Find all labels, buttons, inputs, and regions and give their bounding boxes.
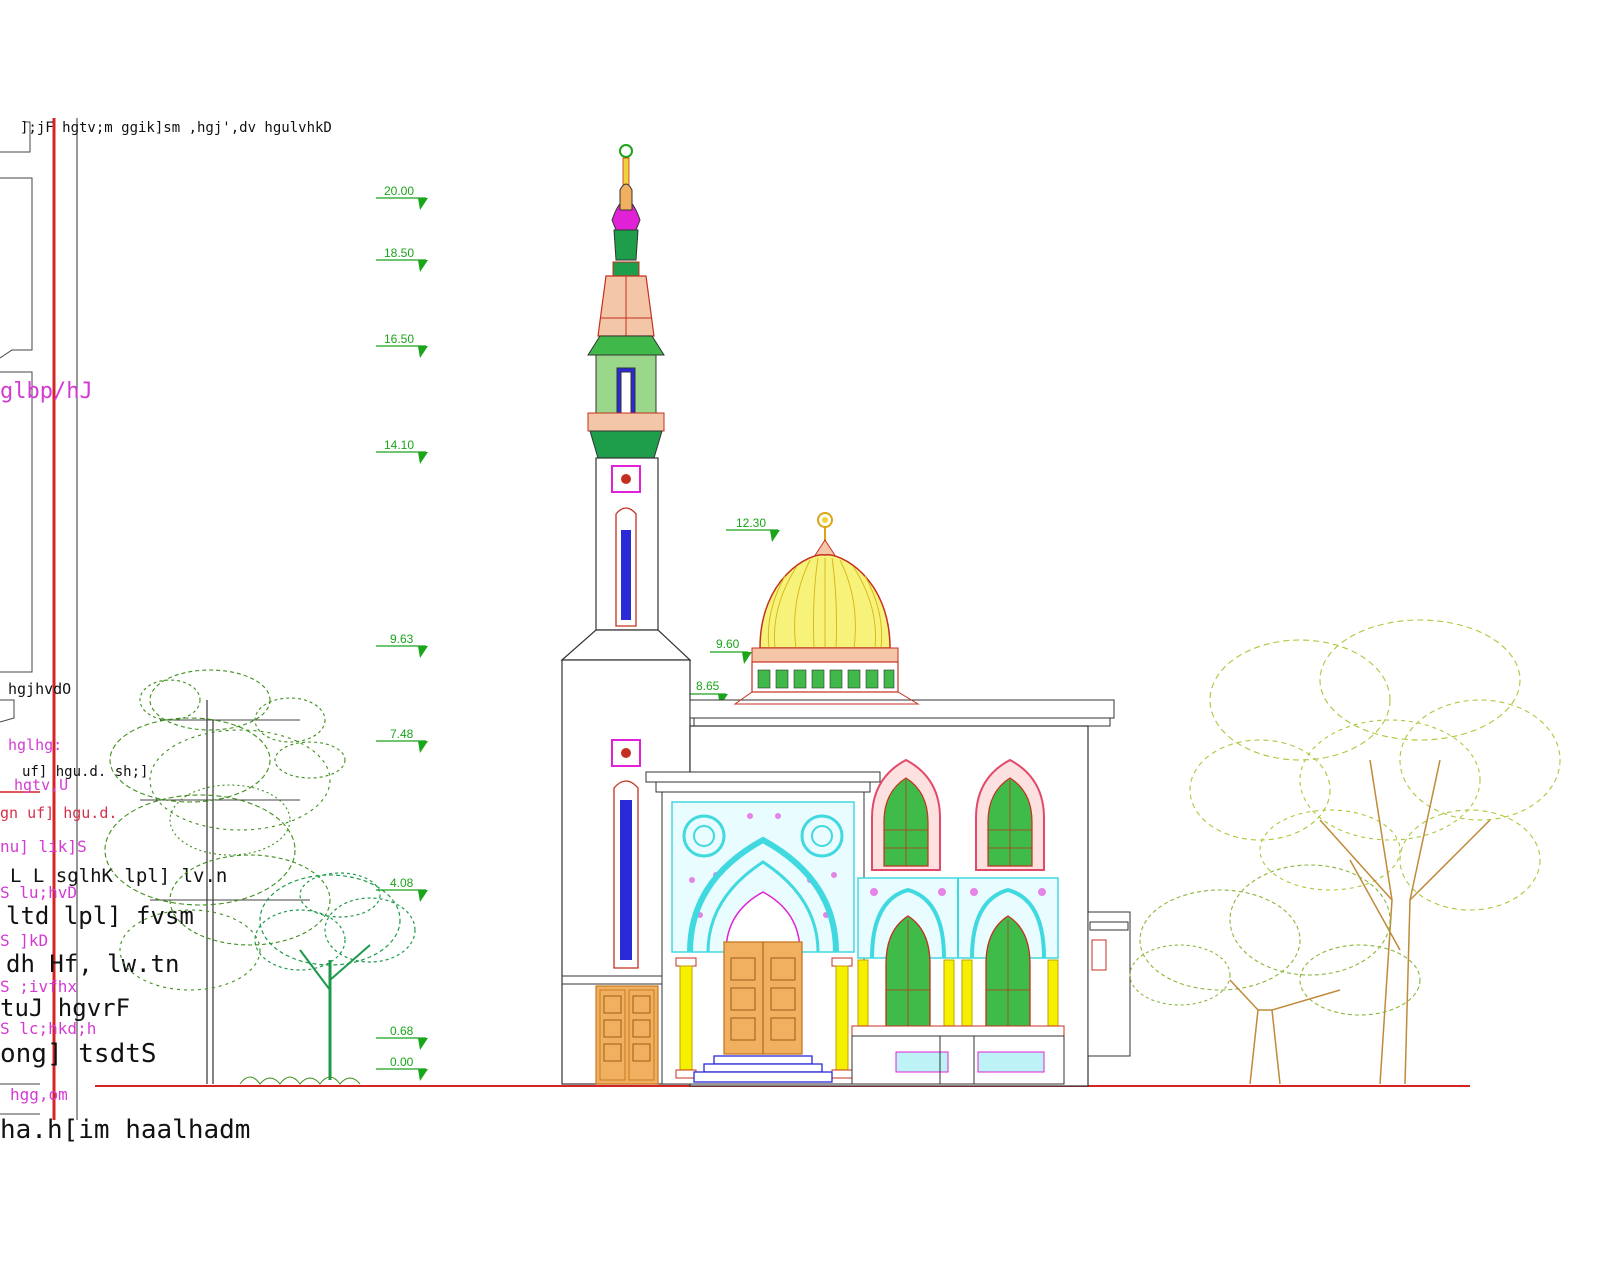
label-hgtv: hgtv,U bbox=[14, 776, 68, 794]
level-marker: 18.50 bbox=[376, 246, 428, 272]
footer-title-text: ha.h[im haalhadm bbox=[0, 1115, 250, 1145]
main-portal bbox=[645, 771, 881, 1085]
label-ugn: gn uf] hgu.d. bbox=[0, 804, 117, 822]
level-marker: 4.08 bbox=[376, 876, 428, 902]
level-label: 8.65 bbox=[696, 679, 720, 693]
level-marker: 0.68 bbox=[376, 1024, 428, 1050]
level-marker: 14.10 bbox=[376, 438, 428, 464]
right-small-tree bbox=[1129, 864, 1421, 1085]
level-marker: 16.50 bbox=[376, 332, 428, 358]
side-label-text: glbp/hJ bbox=[0, 379, 93, 404]
label-luhvd: S lu;hvD bbox=[0, 883, 77, 902]
label-hggom: hgg,om bbox=[10, 1085, 68, 1104]
level-marker: 7.48 bbox=[376, 727, 428, 753]
level-label: 16.50 bbox=[384, 332, 414, 346]
level-marker: 20.00 bbox=[376, 184, 428, 210]
level-label: 0.00 bbox=[390, 1055, 414, 1069]
level-label: 7.48 bbox=[390, 727, 414, 741]
label-lchkd: S lc;hkd;h bbox=[0, 1019, 96, 1038]
level-marker: 9.63 bbox=[376, 632, 428, 658]
level-label: 9.63 bbox=[390, 632, 414, 646]
label-lik: nu] lik]S bbox=[0, 837, 87, 856]
level-label: 9.60 bbox=[716, 637, 740, 651]
header-line-text: ];jF hgtv;m ggik]sm ,hgj',dv hgulvhkD bbox=[20, 120, 332, 136]
level-label: 20.00 bbox=[384, 184, 414, 198]
right-large-tree bbox=[1189, 619, 1561, 1085]
level-marker: 12.30 bbox=[726, 516, 780, 542]
left-small-tree bbox=[239, 872, 416, 1085]
level-label: 12.30 bbox=[736, 516, 766, 530]
label-hgjhvdO: hgjhvdO bbox=[8, 680, 71, 698]
level-marker: 0.00 bbox=[376, 1055, 428, 1081]
left-legend-panel: ];jF hgtv;m ggik]sm ,hgj',dv hgulvhkD gl… bbox=[0, 118, 332, 1145]
level-label: 0.68 bbox=[390, 1024, 414, 1038]
level-marker: 9.60 bbox=[710, 637, 752, 664]
label-hglhg: hglhg: bbox=[8, 736, 62, 754]
mosque-elevation-drawing: ];jF hgtv;m ggik]sm ,hgj',dv hgulvhkD gl… bbox=[0, 118, 1561, 1145]
label-ong: ong] tsdtS bbox=[0, 1039, 157, 1069]
label-ltd: ltd lpl] fvsm bbox=[6, 902, 194, 930]
dome bbox=[733, 512, 920, 705]
level-label: 14.10 bbox=[384, 438, 414, 452]
level-label: 18.50 bbox=[384, 246, 414, 260]
level-label: 4.08 bbox=[390, 876, 414, 890]
label-dh: dh Hf, lw.tn bbox=[6, 950, 179, 978]
label-tuj: tuJ hgvrF bbox=[0, 994, 130, 1022]
label-jkd: S ]kD bbox=[0, 931, 48, 950]
